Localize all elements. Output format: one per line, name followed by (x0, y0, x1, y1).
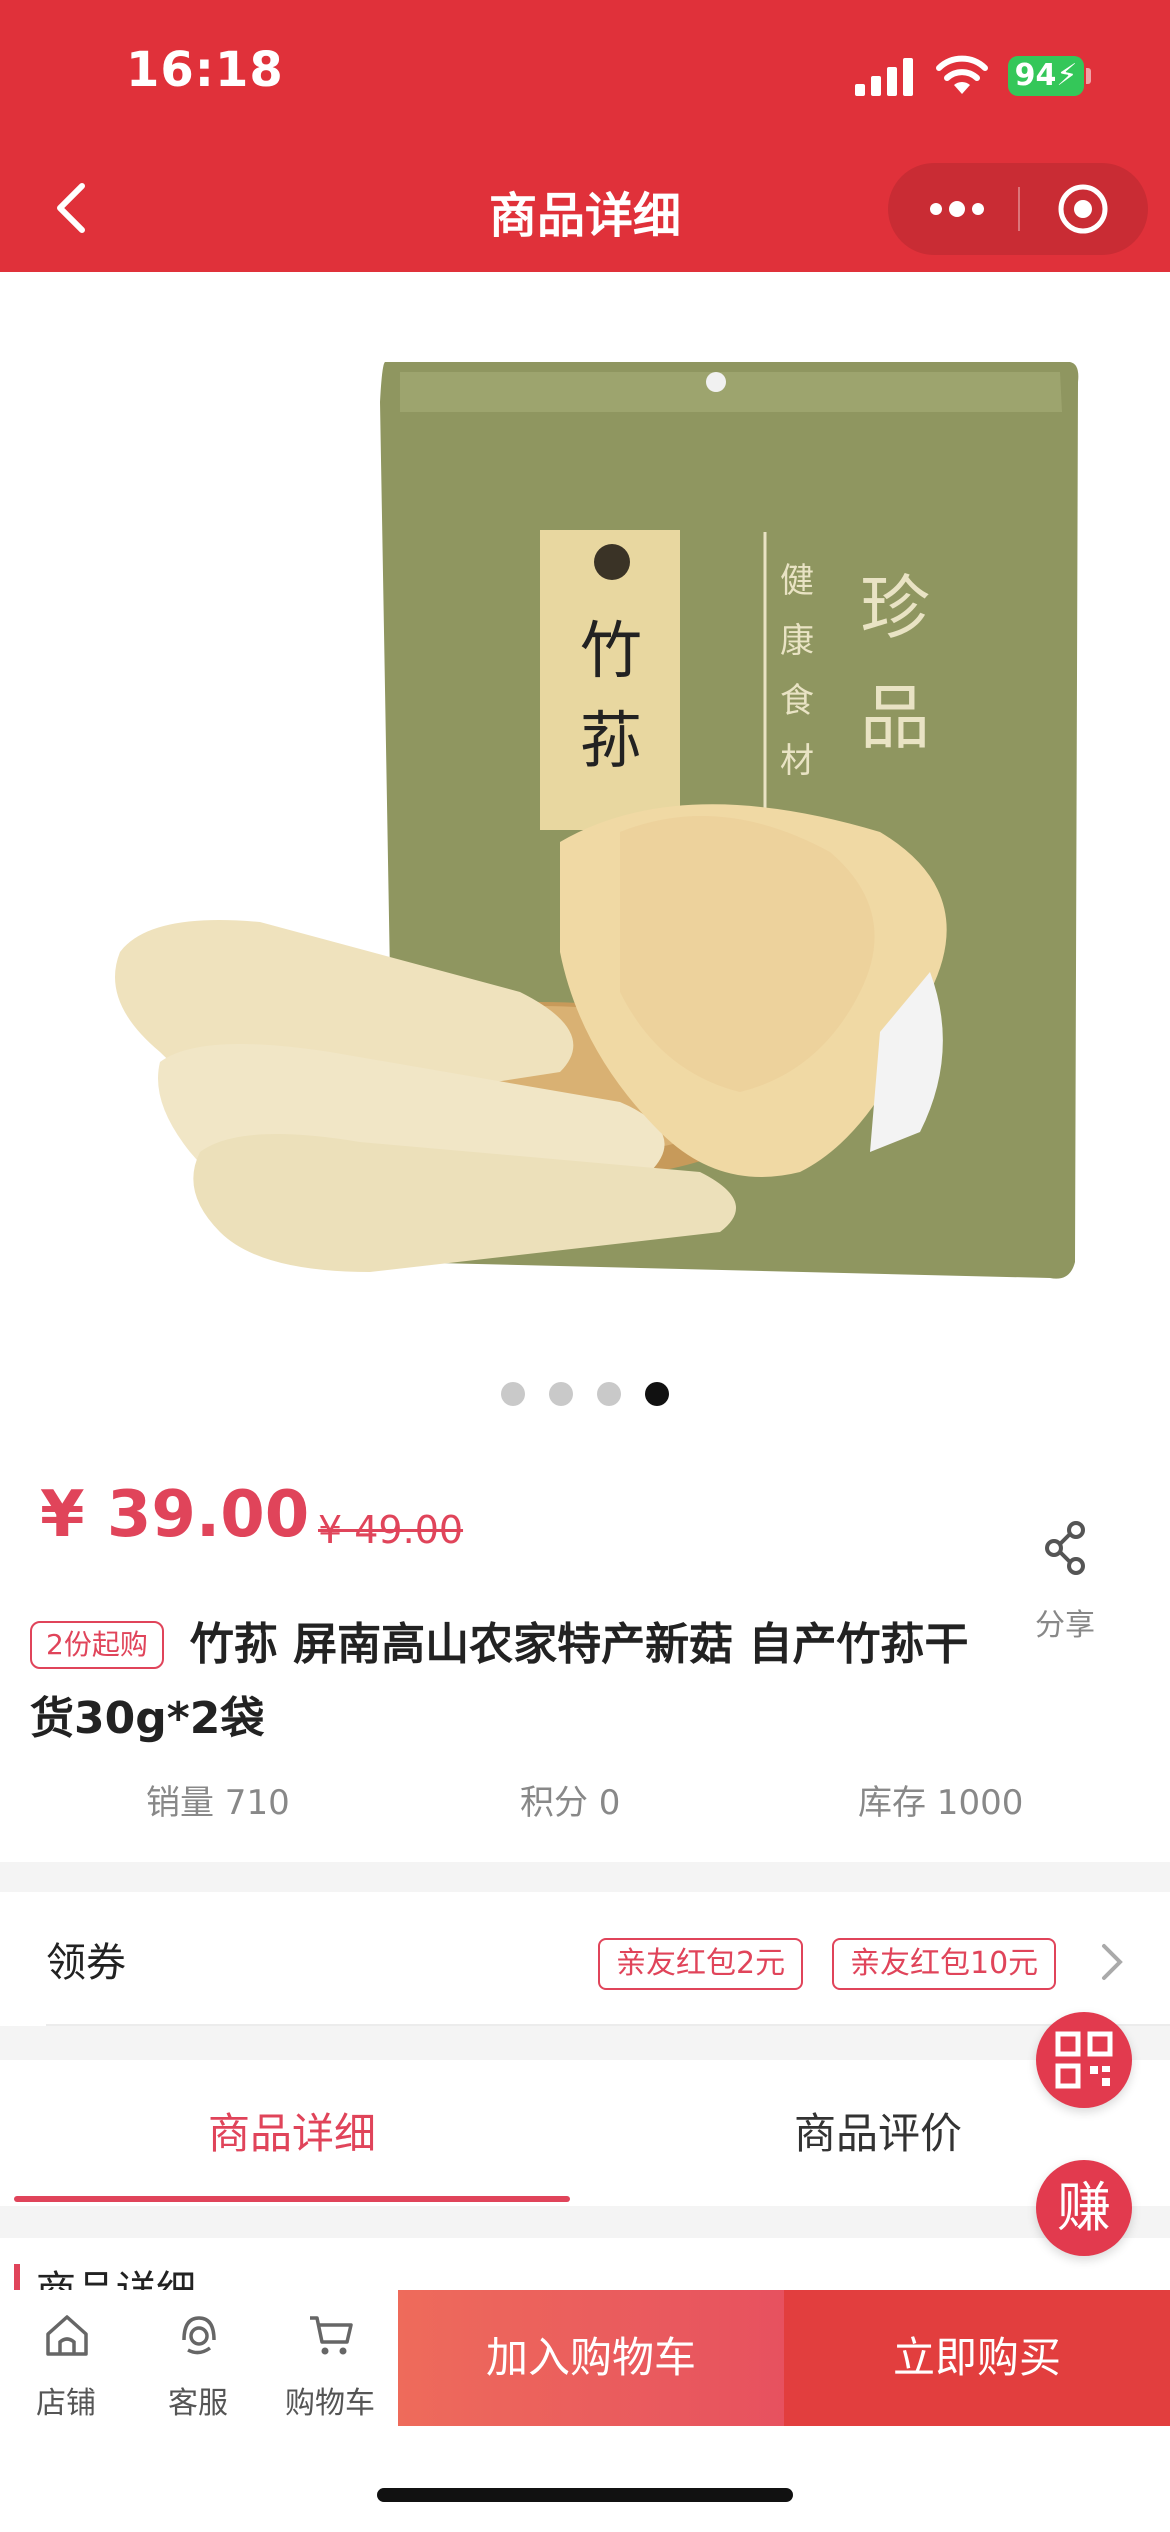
product-image: 竹 荪 健 康 食 材 珍 品 (115, 362, 1079, 1279)
current-price: ¥ 39.00 (40, 1478, 310, 1552)
package-label-line2: 荪 (580, 704, 642, 777)
battery-tip (1086, 68, 1091, 84)
mini-program-capsule (888, 163, 1148, 255)
shop-button[interactable]: 店铺 (6, 2290, 126, 2430)
share-label: 分享 (1035, 1608, 1095, 1643)
product-detail-page: 16:18 94⚡ 商品详细 竹 荪 健 康 食 材 珍 品 ¥ 39.00 ¥… (0, 0, 1170, 2532)
status-time: 16:18 (126, 42, 284, 98)
carousel-dot[interactable] (549, 1382, 573, 1406)
buy-now-button[interactable]: 立即购买 (784, 2290, 1170, 2426)
section-gap (0, 2206, 1170, 2238)
section-gap (0, 1862, 1170, 1892)
product-stats: 销量 710 积分 0 库存 1000 (0, 1775, 1170, 1831)
cart-button[interactable]: 购物车 (270, 2290, 390, 2430)
capsule-divider (1018, 187, 1020, 231)
add-to-cart-button[interactable]: 加入购物车 (398, 2290, 784, 2426)
home-indicator (377, 2488, 793, 2502)
product-image-carousel[interactable]: 竹 荪 健 康 食 材 珍 品 (0, 272, 1170, 1412)
product-title-block: 2份起购 竹荪 屏南高山农家特产新菇 自产竹荪干货30g*2袋 (30, 1608, 990, 1756)
earn-button[interactable]: 赚 (1036, 2160, 1132, 2256)
svg-text:食: 食 (780, 681, 814, 721)
carousel-indicator (0, 1382, 1170, 1412)
coupon-row[interactable]: 领券 亲友红包2元 亲友红包10元 (0, 1892, 1170, 2026)
share-button[interactable]: 分享 (1020, 1514, 1110, 1644)
tab-product-detail[interactable]: 商品详细 (208, 2100, 376, 2161)
coupon-label: 领券 (46, 1940, 126, 1986)
svg-text:材: 材 (780, 741, 814, 781)
customer-service-label: 客服 (168, 2386, 228, 2421)
close-miniprogram-button[interactable] (1052, 183, 1114, 235)
sales-count: 销量 710 (146, 1783, 290, 1823)
battery-indicator: 94⚡ (1008, 56, 1084, 96)
shop-label: 店铺 (36, 2386, 96, 2421)
shop-icon (46, 2315, 88, 2356)
svg-text:品: 品 (860, 677, 930, 759)
carousel-dot[interactable] (597, 1382, 621, 1406)
section-gap (0, 2026, 1170, 2060)
header: 16:18 94⚡ 商品详细 (0, 0, 1170, 272)
active-tab-indicator (14, 2196, 570, 2202)
qr-code-icon (1055, 2031, 1113, 2089)
carousel-dot[interactable] (501, 1382, 525, 1406)
customer-service-button[interactable]: 客服 (138, 2290, 258, 2430)
tab-product-review[interactable]: 商品评价 (794, 2100, 962, 2161)
svg-text:珍: 珍 (860, 567, 930, 649)
cart-icon (310, 2316, 353, 2355)
coupon-tag[interactable]: 亲友红包2元 (598, 1938, 804, 1990)
original-price: ¥ 49.00 (318, 1508, 464, 1552)
package-label-line1: 竹 (580, 614, 642, 687)
qr-code-button[interactable] (1036, 2012, 1132, 2108)
wifi-icon (936, 55, 988, 94)
carousel-dot-active[interactable] (645, 1382, 669, 1406)
detail-section-header: 商品详细 (0, 2238, 1170, 2314)
chevron-right-icon[interactable] (1092, 1936, 1132, 1988)
detail-tabs: 商品详细 商品评价 (0, 2060, 1170, 2206)
product-title: 竹荪 屏南高山农家特产新菇 自产竹荪干货30g*2袋 (30, 1619, 969, 1744)
charging-icon: ⚡ (1056, 58, 1078, 93)
svg-text:康: 康 (780, 621, 814, 661)
points: 积分 0 (520, 1783, 621, 1823)
stock: 库存 1000 (858, 1783, 1024, 1823)
cellular-signal-icon (855, 58, 913, 96)
coupon-tag[interactable]: 亲友红包10元 (832, 1938, 1057, 1990)
battery-level: 94 (1014, 58, 1057, 93)
more-options-button[interactable] (922, 183, 992, 235)
cart-label: 购物车 (285, 2386, 375, 2421)
share-icon (1045, 1521, 1085, 1575)
svg-text:健: 健 (780, 561, 814, 601)
customer-service-icon (182, 2316, 216, 2355)
min-purchase-badge: 2份起购 (30, 1621, 164, 1669)
